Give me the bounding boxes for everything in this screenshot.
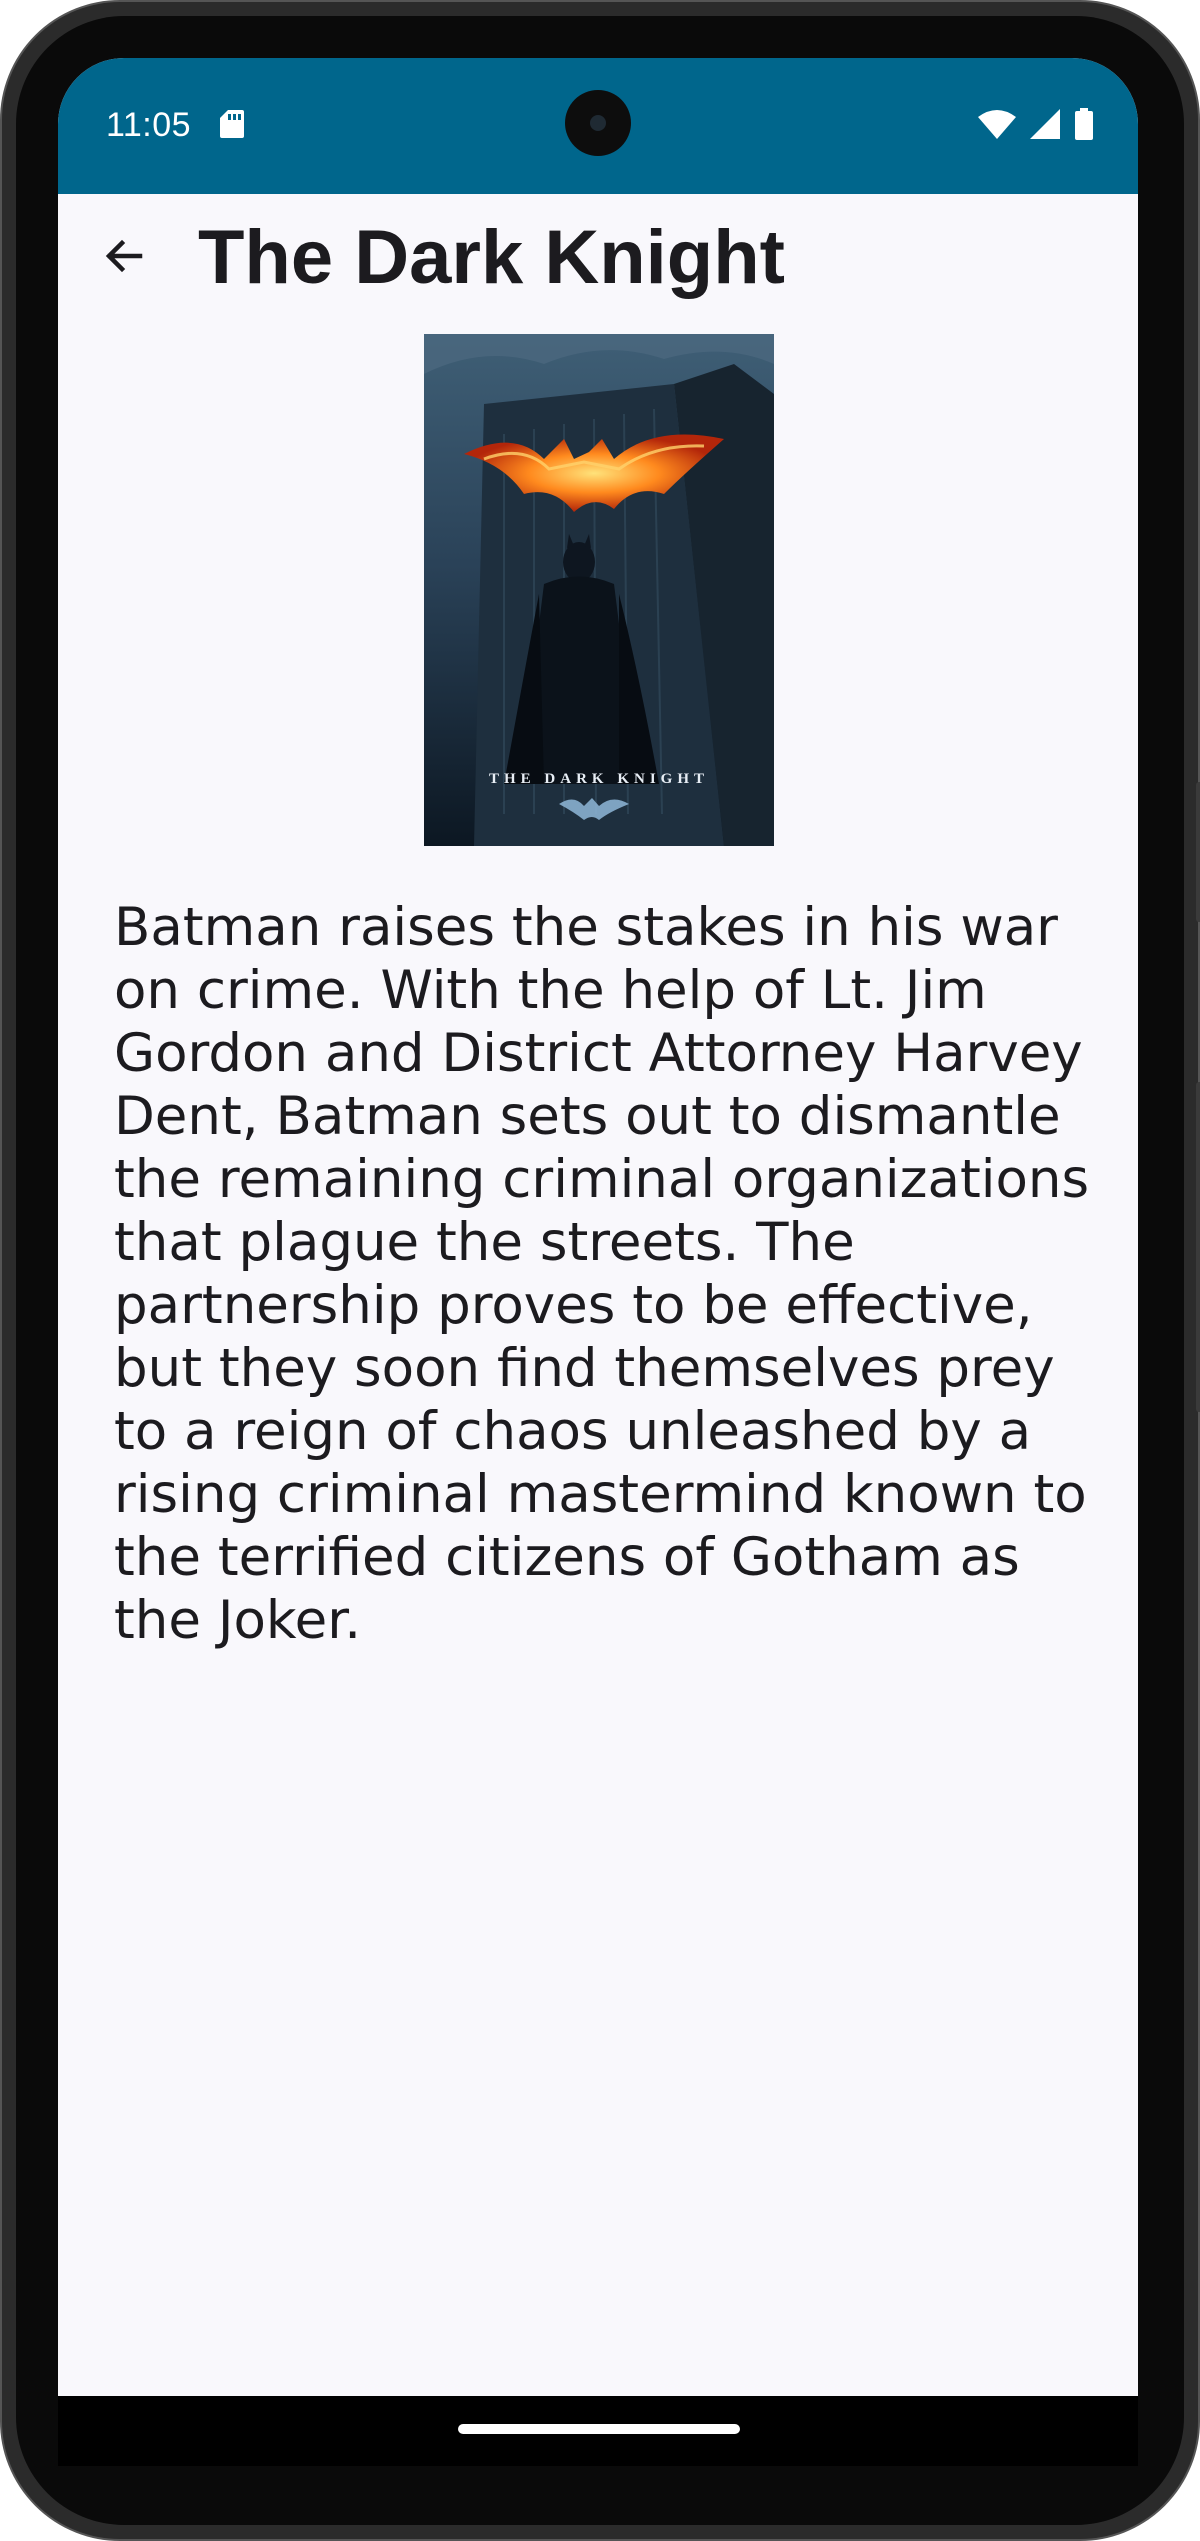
poster-artwork [424, 334, 774, 846]
movie-description: Batman raises the stakes in his war on c… [114, 897, 1090, 1651]
status-bar: 11:05 [58, 58, 1138, 194]
screen: 11:05 The Dark Knight THE DARK KNIGHT Ba… [58, 58, 1138, 2396]
sd-card-icon [220, 110, 244, 138]
movie-poster: THE DARK KNIGHT [424, 334, 774, 846]
navigation-bar [58, 2396, 1138, 2466]
status-icons [978, 108, 1094, 140]
power-button [1196, 782, 1200, 922]
page-title: The Dark Knight [198, 215, 785, 300]
home-indicator[interactable] [458, 2424, 740, 2434]
back-button[interactable] [88, 220, 160, 292]
top-app-bar: The Dark Knight [58, 194, 1138, 322]
volume-button [1196, 1082, 1200, 1412]
status-time: 11:05 [106, 106, 192, 144]
poster-caption: THE DARK KNIGHT [488, 771, 710, 787]
cellular-signal-icon [1030, 109, 1060, 139]
arrow-back-icon [105, 239, 143, 273]
battery-icon [1075, 108, 1093, 140]
front-camera [565, 90, 631, 156]
wifi-icon [978, 110, 1016, 139]
